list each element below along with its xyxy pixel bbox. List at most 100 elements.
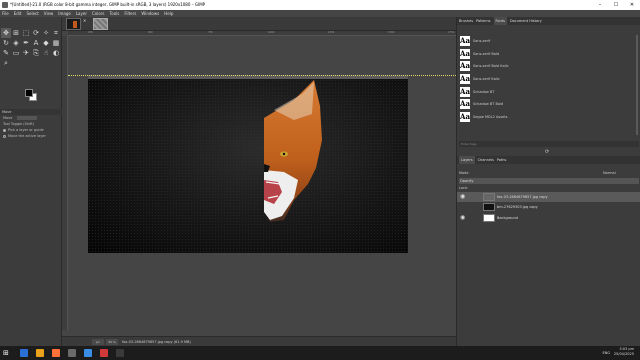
opacity-label: Opacity: [460, 179, 474, 183]
tab-fonts[interactable]: Fonts: [493, 17, 507, 25]
tools-grid: ✥ ⊞ ⬚ ⟳ ✧ ⌗ ↻ ◈ ✒ A ◆ ▦ ✎ ▭ ✈ ⎘ ☝ ◐ ⌕: [1, 28, 61, 68]
crop-tool-icon[interactable]: ⌗: [51, 28, 61, 38]
foreground-color[interactable]: [25, 89, 33, 97]
windows-start-icon[interactable]: ⊞: [3, 349, 9, 357]
mode-dropdown[interactable]: [17, 116, 38, 120]
file-explorer-icon[interactable]: [36, 349, 44, 357]
font-item[interactable]: Aa Segoe MDL2 Assets: [457, 111, 640, 124]
font-preview-icon: Aa: [460, 112, 470, 123]
menu-help[interactable]: Help: [164, 10, 173, 17]
font-item[interactable]: Aa Schadow BT: [457, 86, 640, 99]
tab-paths[interactable]: Paths: [497, 156, 507, 164]
image-tab-fox[interactable]: [66, 18, 81, 30]
image-tab-untitled[interactable]: [93, 18, 108, 30]
eraser-tool-icon[interactable]: ▭: [11, 48, 21, 58]
unit-selector[interactable]: px: [92, 339, 104, 345]
eye-icon[interactable]: ◉: [460, 214, 465, 222]
mode-dropdown[interactable]: Normal: [603, 169, 616, 177]
window-controls: – ☐ ✕: [592, 0, 640, 10]
tab-document-history[interactable]: Document History: [510, 17, 542, 25]
tab-patterns[interactable]: Patterns: [476, 17, 490, 25]
text-tool-icon[interactable]: A: [31, 38, 41, 48]
menu-select[interactable]: Select: [26, 10, 38, 17]
menu-file[interactable]: File: [2, 10, 9, 17]
tool-options-panel: Move Move Tool Toggle (Shift) Pick a lay…: [0, 109, 62, 139]
font-item[interactable]: Aa Sans-serif Bold Italic: [457, 60, 640, 73]
menu-image[interactable]: Image: [58, 10, 71, 17]
window-title: *[Untitled]-21.0 (RGB color 8-bit gamma …: [10, 2, 206, 7]
gimp-taskbar-icon[interactable]: [68, 349, 76, 357]
font-name: Schadow BT Bold: [473, 102, 504, 107]
menu-tools[interactable]: Tools: [110, 10, 120, 17]
option-move-active[interactable]: Move the active layer: [0, 133, 62, 139]
toolbox-panel: ✥ ⊞ ⬚ ⟳ ✧ ⌗ ↻ ◈ ✒ A ◆ ▦ ✎ ▭ ✈ ⎘ ☝ ◐ ⌕ Mo…: [0, 17, 62, 336]
warp-tool-icon[interactable]: ◈: [11, 38, 21, 48]
airbrush-tool-icon[interactable]: ✈: [21, 48, 31, 58]
bucket-fill-tool-icon[interactable]: ◆: [41, 38, 51, 48]
menu-colors[interactable]: Colors: [92, 10, 105, 17]
maximize-button[interactable]: ☐: [608, 0, 624, 10]
font-list-scrollbar[interactable]: [636, 35, 638, 135]
radio-icon[interactable]: [3, 128, 6, 132]
windows-taskbar: ⊞ ENG 3:03 pm 25/04/2025: [0, 346, 640, 360]
menu-windows[interactable]: Windows: [141, 10, 159, 17]
layer-row[interactable]: ◉ fox-03-2664679857.jpg copy: [457, 191, 640, 202]
lock-label: Lock:: [459, 186, 469, 190]
font-item[interactable]: Aa Sans-serif Italic: [457, 73, 640, 86]
radio-icon[interactable]: [3, 134, 6, 138]
font-preview-icon: Aa: [460, 86, 470, 97]
app-icon[interactable]: [100, 349, 108, 357]
refresh-icon[interactable]: ⟳: [545, 149, 549, 155]
task-view-icon[interactable]: [20, 349, 28, 357]
font-item[interactable]: Aa Schadow BT Bold: [457, 98, 640, 111]
close-icon[interactable]: ✕: [83, 18, 86, 23]
font-tag-filter-input[interactable]: Enter tags: [459, 141, 639, 147]
tab-layers[interactable]: Layers: [459, 156, 475, 164]
smudge-tool-icon[interactable]: ☝: [41, 48, 51, 58]
gradient-tool-icon[interactable]: ▦: [51, 38, 61, 48]
app-icon[interactable]: [84, 349, 92, 357]
align-tool-icon[interactable]: ⊞: [11, 28, 21, 38]
menu-filters[interactable]: Filters: [124, 10, 136, 17]
clone-tool-icon[interactable]: ⎘: [31, 48, 41, 58]
fuzzy-select-tool-icon[interactable]: ✧: [41, 28, 51, 38]
font-name: Segoe MDL2 Assets: [473, 115, 508, 120]
dodge-tool-icon[interactable]: ◐: [51, 48, 61, 58]
menu-layer[interactable]: Layer: [76, 10, 87, 17]
lasso-tool-icon[interactable]: ⟳: [31, 28, 41, 38]
zoom-selector[interactable]: 25 %: [106, 339, 118, 345]
fox-half-face-image: [264, 80, 322, 222]
color-swatch[interactable]: [25, 89, 37, 101]
layer-row[interactable]: ◉ Background: [457, 213, 640, 223]
menu-view[interactable]: View: [44, 10, 54, 17]
menu-bar: File Edit Select View Image Layer Colors…: [0, 10, 640, 17]
clock[interactable]: 3:03 pm 25/04/2025: [614, 347, 634, 356]
lock-row: Lock:: [457, 185, 640, 191]
toolbox-bottom: [0, 336, 62, 346]
gimp-app-icon: [2, 2, 8, 8]
opacity-slider[interactable]: Opacity: [459, 178, 639, 184]
zoom-tool-icon[interactable]: ⌕: [1, 58, 11, 68]
paths-tool-icon[interactable]: ✒: [21, 38, 31, 48]
tab-channels[interactable]: Channels: [478, 156, 494, 164]
eye-icon[interactable]: ◉: [460, 193, 465, 201]
app-icon[interactable]: [116, 349, 124, 357]
tab-brushes[interactable]: Brushes: [459, 17, 473, 25]
status-bar: px 25 % fox-03-2664679857.jpg copy (61.9…: [62, 336, 456, 346]
rect-select-tool-icon[interactable]: ⬚: [21, 28, 31, 38]
minimize-button[interactable]: –: [592, 0, 608, 10]
move-tool-icon[interactable]: ✥: [1, 28, 11, 38]
rotate-tool-icon[interactable]: ↻: [1, 38, 11, 48]
layer-row[interactable]: bm-27629303.jpg copy: [457, 202, 640, 212]
menu-edit[interactable]: Edit: [14, 10, 22, 17]
font-name: Schadow BT: [473, 89, 495, 94]
firefox-icon[interactable]: [52, 349, 60, 357]
font-item[interactable]: Aa Sans-serif Bold: [457, 48, 640, 61]
close-button[interactable]: ✕: [624, 0, 640, 10]
language-indicator[interactable]: ENG: [602, 346, 610, 360]
paintbrush-tool-icon[interactable]: ✎: [1, 48, 11, 58]
image-canvas[interactable]: [88, 79, 408, 253]
font-item[interactable]: Aa Sans-serif: [457, 35, 640, 48]
font-preview-icon: Aa: [460, 48, 470, 59]
layer-mode-row: Mode Normal: [457, 169, 640, 177]
